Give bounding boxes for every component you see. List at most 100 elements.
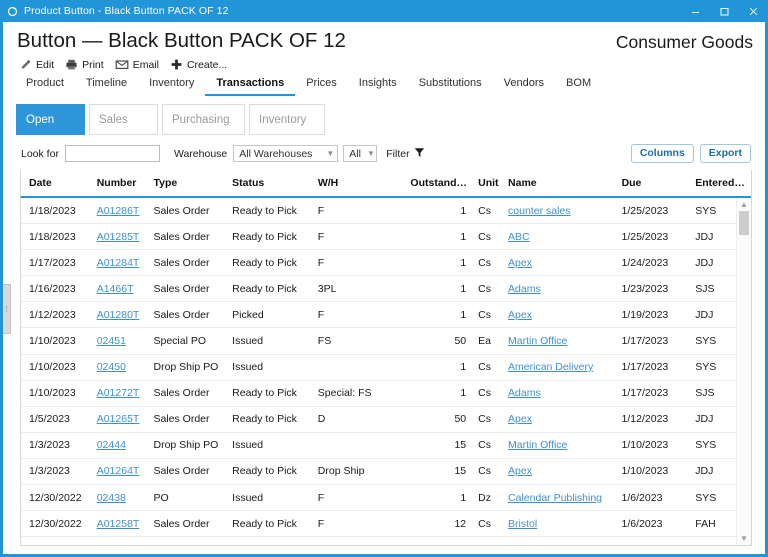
cell-outstanding: 1 bbox=[410, 283, 472, 295]
column-header-wh[interactable]: W/H bbox=[314, 177, 411, 189]
table-row[interactable]: 12/22/2022 A2699T Sales Order Ready to P… bbox=[21, 537, 751, 545]
cell-date: 1/18/2023 bbox=[21, 231, 93, 243]
table-row[interactable]: 1/3/2023 02444 Drop Ship PO Issued 15 Cs… bbox=[21, 433, 751, 459]
tab-prices[interactable]: Prices bbox=[295, 74, 348, 96]
table-row[interactable]: 1/10/2023 02450 Drop Ship PO Issued 1 Cs… bbox=[21, 355, 751, 381]
cell-due: 1/6/2023 bbox=[618, 518, 692, 530]
search-input[interactable] bbox=[65, 145, 160, 162]
number-link[interactable]: A01265T bbox=[97, 413, 140, 425]
tab-insights[interactable]: Insights bbox=[348, 74, 408, 96]
number-link[interactable]: 02444 bbox=[97, 439, 126, 451]
minimize-button[interactable] bbox=[681, 0, 710, 22]
name-link[interactable]: Adams bbox=[508, 387, 541, 399]
number-link[interactable]: A01286T bbox=[97, 205, 140, 217]
column-header-unit[interactable]: Unit bbox=[472, 177, 504, 189]
name-link[interactable]: Calendar Publishing bbox=[508, 492, 602, 504]
table-row[interactable]: 1/5/2023 A01265T Sales Order Ready to Pi… bbox=[21, 407, 751, 433]
email-button[interactable]: Email bbox=[113, 57, 165, 72]
name-link[interactable]: Martin Office bbox=[508, 439, 567, 451]
cell-due: 1/10/2023 bbox=[618, 439, 692, 451]
table-row[interactable]: 1/18/2023 A01286T Sales Order Ready to P… bbox=[21, 198, 751, 224]
sub-tab-bar: Open Sales Purchasing Inventory bbox=[3, 96, 765, 135]
name-link[interactable]: Bristol bbox=[508, 518, 537, 530]
name-link[interactable]: American Delivery bbox=[508, 361, 593, 373]
export-button[interactable]: Export bbox=[700, 144, 751, 163]
column-header-number[interactable]: Number bbox=[93, 177, 150, 189]
column-header-due[interactable]: Due bbox=[618, 177, 692, 189]
print-button[interactable]: Print bbox=[63, 57, 110, 72]
name-link[interactable]: Apex bbox=[508, 309, 532, 321]
cell-type: Sales Order bbox=[149, 205, 228, 217]
warehouse-select[interactable]: All Warehouses ▼ bbox=[233, 145, 338, 162]
name-link[interactable]: counter sales bbox=[508, 205, 570, 217]
cell-unit: Cs bbox=[472, 361, 504, 373]
subtab-open[interactable]: Open bbox=[16, 104, 85, 135]
table-row[interactable]: 1/18/2023 A01285T Sales Order Ready to P… bbox=[21, 224, 751, 250]
name-link[interactable]: Martin Office bbox=[508, 335, 567, 347]
number-link[interactable]: 02450 bbox=[97, 361, 126, 373]
name-link[interactable]: Apex bbox=[508, 465, 532, 477]
columns-button[interactable]: Columns bbox=[631, 144, 694, 163]
panel-collapse-handle[interactable]: ⋮ bbox=[3, 284, 11, 334]
scrollbar-thumb[interactable] bbox=[739, 211, 749, 235]
tab-inventory[interactable]: Inventory bbox=[138, 74, 205, 96]
scroll-up-arrow[interactable]: ▲ bbox=[737, 198, 751, 211]
table-row[interactable]: 1/17/2023 A01284T Sales Order Ready to P… bbox=[21, 250, 751, 276]
name-link[interactable]: Apex bbox=[508, 413, 532, 425]
column-header-name[interactable]: Name bbox=[504, 177, 618, 189]
table-row[interactable]: 1/10/2023 A01272T Sales Order Ready to P… bbox=[21, 381, 751, 407]
cell-wh: F bbox=[314, 492, 411, 504]
close-button[interactable] bbox=[739, 0, 768, 22]
number-link[interactable]: 02451 bbox=[97, 335, 126, 347]
number-link[interactable]: A01285T bbox=[97, 231, 140, 243]
table-row[interactable]: 1/16/2023 A1466T Sales Order Ready to Pi… bbox=[21, 276, 751, 302]
column-header-date[interactable]: Date bbox=[21, 177, 93, 189]
scope-select[interactable]: All ▼ bbox=[343, 145, 377, 162]
cell-wh: F bbox=[314, 257, 411, 269]
edit-label: Edit bbox=[36, 59, 54, 71]
tab-timeline[interactable]: Timeline bbox=[75, 74, 138, 96]
subtab-sales[interactable]: Sales bbox=[89, 104, 158, 135]
column-header-status[interactable]: Status bbox=[228, 177, 314, 189]
edit-button[interactable]: Edit bbox=[17, 57, 60, 72]
column-header-entered-by[interactable]: Entered By bbox=[691, 177, 751, 189]
maximize-button[interactable] bbox=[710, 0, 739, 22]
subtab-purchasing[interactable]: Purchasing bbox=[162, 104, 245, 135]
cell-unit: Cs bbox=[472, 231, 504, 243]
number-link[interactable]: A2699T bbox=[97, 544, 134, 545]
name-link[interactable]: ABC bbox=[508, 231, 530, 243]
tab-substitutions[interactable]: Substitutions bbox=[408, 74, 493, 96]
number-link[interactable]: 02438 bbox=[97, 492, 126, 504]
scroll-down-arrow[interactable]: ▼ bbox=[737, 532, 751, 545]
number-link[interactable]: A1466T bbox=[97, 283, 134, 295]
cell-number: A01264T bbox=[93, 465, 150, 477]
tab-product[interactable]: Product bbox=[15, 74, 75, 96]
grid-vertical-scrollbar[interactable]: ▲ ▼ bbox=[736, 198, 751, 545]
warehouse-label: Warehouse bbox=[174, 148, 227, 160]
cell-number: A01280T bbox=[93, 309, 150, 321]
subtab-inventory[interactable]: Inventory bbox=[249, 104, 325, 135]
tab-transactions[interactable]: Transactions bbox=[205, 74, 295, 96]
number-link[interactable]: A01284T bbox=[97, 257, 140, 269]
name-link[interactable]: Apex bbox=[508, 257, 532, 269]
column-header-outstanding[interactable]: Outstanding bbox=[410, 177, 472, 189]
number-link[interactable]: A01258T bbox=[97, 518, 140, 530]
number-link[interactable]: A01264T bbox=[97, 465, 140, 477]
table-row[interactable]: 1/3/2023 A01264T Sales Order Ready to Pi… bbox=[21, 459, 751, 485]
name-link[interactable]: Adams bbox=[508, 544, 541, 545]
cell-type: Sales Order bbox=[149, 387, 228, 399]
table-row[interactable]: 12/30/2022 02438 PO Issued F 1 Dz Calend… bbox=[21, 485, 751, 511]
tab-bom[interactable]: BOM bbox=[555, 74, 602, 96]
cell-number: A01258T bbox=[93, 518, 150, 530]
filter-button[interactable]: Filter bbox=[386, 147, 424, 161]
tab-vendors[interactable]: Vendors bbox=[493, 74, 555, 96]
table-row[interactable]: 1/12/2023 A01280T Sales Order Picked F 1… bbox=[21, 302, 751, 328]
table-row[interactable]: 1/10/2023 02451 Special PO Issued FS 50 … bbox=[21, 328, 751, 354]
create-button[interactable]: Create... bbox=[168, 57, 233, 72]
column-header-type[interactable]: Type bbox=[150, 177, 229, 189]
number-link[interactable]: A01272T bbox=[97, 387, 140, 399]
cell-status: Ready to Pick bbox=[228, 231, 314, 243]
table-row[interactable]: 12/30/2022 A01258T Sales Order Ready to … bbox=[21, 511, 751, 537]
name-link[interactable]: Adams bbox=[508, 283, 541, 295]
number-link[interactable]: A01280T bbox=[97, 309, 140, 321]
